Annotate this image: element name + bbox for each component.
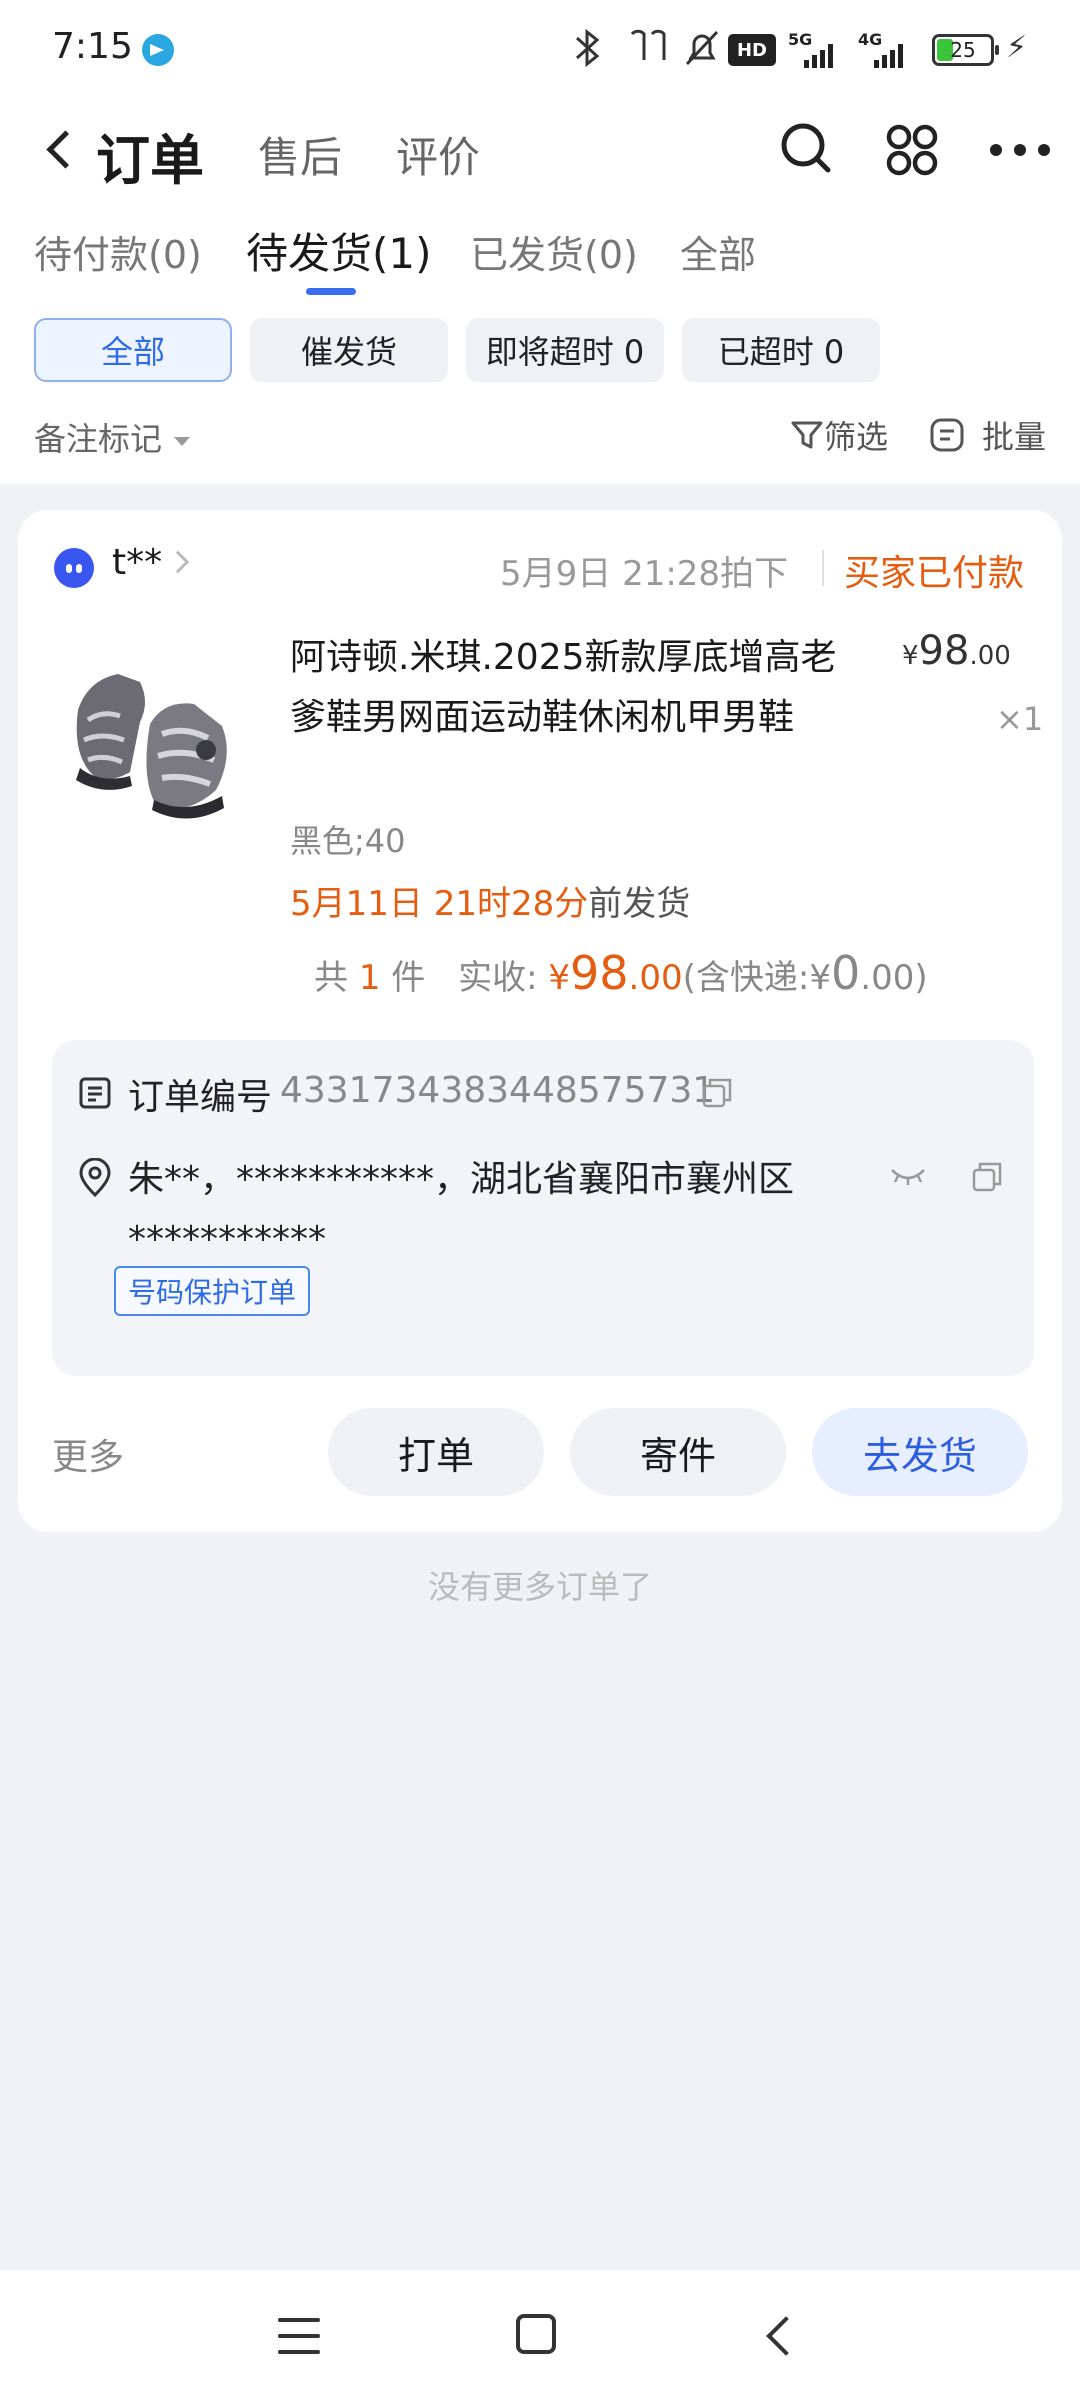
number-protection-tag: 号码保护订单 (114, 1266, 311, 1316)
signal-4g-icon: 4G (858, 30, 918, 70)
product-sku: 黑色;40 (290, 822, 406, 860)
ship-deadline: 5月11日 21时28分前发货 (290, 884, 691, 924)
item-count: 1 (358, 958, 381, 998)
order-info-box: 订单编号 4331734383448575731 朱**，***********… (52, 1040, 1034, 1376)
order-card[interactable]: t** 5月9日 21:28拍下 买家已付款 阿诗顿.米琪.2025新款厚底增高… (18, 510, 1062, 1532)
ship-order-button[interactable]: 去发货 (812, 1408, 1028, 1496)
divider (822, 550, 824, 586)
system-nav-bar (0, 2270, 1080, 2400)
filter-button[interactable]: 筛选 (790, 412, 888, 458)
product-image[interactable] (58, 640, 248, 830)
order-status: 买家已付款 (844, 553, 1025, 594)
earbuds-icon (624, 26, 672, 70)
order-summary: 共 1 件 实收: ¥98.00(含快递:¥0.00) (314, 946, 928, 1000)
no-more-orders: 没有更多订单了 (427, 1568, 652, 1606)
remark-label: 备注标记 (34, 420, 163, 458)
print-label-button[interactable]: 打单 (328, 1408, 544, 1496)
signal-5g-icon: 5G (788, 30, 848, 70)
buyer-avatar (54, 548, 94, 588)
home-icon[interactable] (516, 2314, 556, 2354)
dropdown-triangle-icon (174, 436, 191, 446)
nav-back-icon[interactable] (762, 2318, 792, 2348)
order-time: 5月9日 21:28拍下 (500, 554, 789, 594)
more-options-icon[interactable] (990, 140, 1050, 160)
tab-pending-shipment[interactable]: 待发货(1) (246, 220, 432, 281)
product-title[interactable]: 阿诗顿.米琪.2025新款厚底增高老爹鞋男网面运动鞋休闲机甲男鞋 (290, 628, 850, 748)
active-tab-indicator (306, 288, 356, 295)
header-tab-reviews[interactable]: 评价 (396, 124, 480, 185)
filter-icon (791, 421, 823, 449)
bluetooth-icon (566, 26, 610, 70)
tab-all[interactable]: 全部 (680, 224, 756, 279)
apps-icon[interactable] (884, 122, 940, 178)
shipping-address: 朱**，***********，湖北省襄阳市襄州区 *********** (128, 1159, 795, 1260)
filter-chips: 全部 催发货 即将超时 0 已超时 0 (0, 318, 1080, 384)
back-button[interactable] (40, 122, 84, 178)
chip-urge-shipment[interactable]: 催发货 (250, 318, 448, 382)
battery-icon: 25 (932, 34, 999, 66)
product-quantity: ×1 (996, 700, 1044, 738)
header-tab-after-sales[interactable]: 售后 (258, 124, 342, 185)
order-number-label: 订单编号 (128, 1077, 273, 1118)
status-bar: 7:15 HD 5G 4G 25 ⚡ (0, 0, 1080, 100)
location-icon (78, 1157, 112, 1198)
search-icon[interactable] (780, 122, 832, 174)
received-amount: ¥98.00 (548, 946, 683, 1000)
chevron-right-icon (166, 550, 190, 574)
copy-icon[interactable] (700, 1076, 734, 1110)
send-parcel-button[interactable]: 寄件 (570, 1408, 786, 1496)
batch-icon (930, 418, 964, 452)
recent-apps-icon[interactable] (278, 2318, 320, 2354)
mute-bell-icon (680, 26, 724, 70)
chip-about-to-timeout[interactable]: 即将超时 0 (466, 318, 664, 382)
batch-label: 批量 (982, 418, 1047, 456)
copy-address-icon[interactable] (970, 1160, 1004, 1194)
order-number-icon (78, 1076, 112, 1110)
eye-closed-icon[interactable] (888, 1162, 928, 1190)
chip-all[interactable]: 全部 (34, 318, 232, 382)
battery-level: 25 (950, 38, 976, 62)
tab-shipped[interactable]: 已发货(0) (470, 224, 638, 279)
remark-filter[interactable]: 备注标记 (34, 414, 191, 460)
batch-button[interactable]: 批量 (928, 412, 1046, 458)
charging-icon: ⚡ (1006, 30, 1028, 65)
telegram-icon (142, 34, 174, 66)
status-time: 7:15 (52, 26, 133, 67)
page-title: 订单 (96, 129, 204, 192)
product-price: ¥98.00 (902, 628, 1011, 674)
order-number: 4331734383448575731 (280, 1070, 716, 1111)
more-link[interactable]: 更多 (52, 1428, 124, 1480)
chip-timed-out[interactable]: 已超时 0 (682, 318, 880, 382)
hd-icon: HD (728, 34, 776, 66)
app-header: 订单 售后 评价 (0, 100, 1080, 200)
buyer-name[interactable]: t** (112, 542, 162, 583)
filter-label: 筛选 (824, 418, 889, 456)
order-status-tabs: 待付款(0) 待发货(1) 已发货(0) 全部 (0, 218, 1080, 298)
tab-pending-payment[interactable]: 待付款(0) (34, 224, 202, 279)
